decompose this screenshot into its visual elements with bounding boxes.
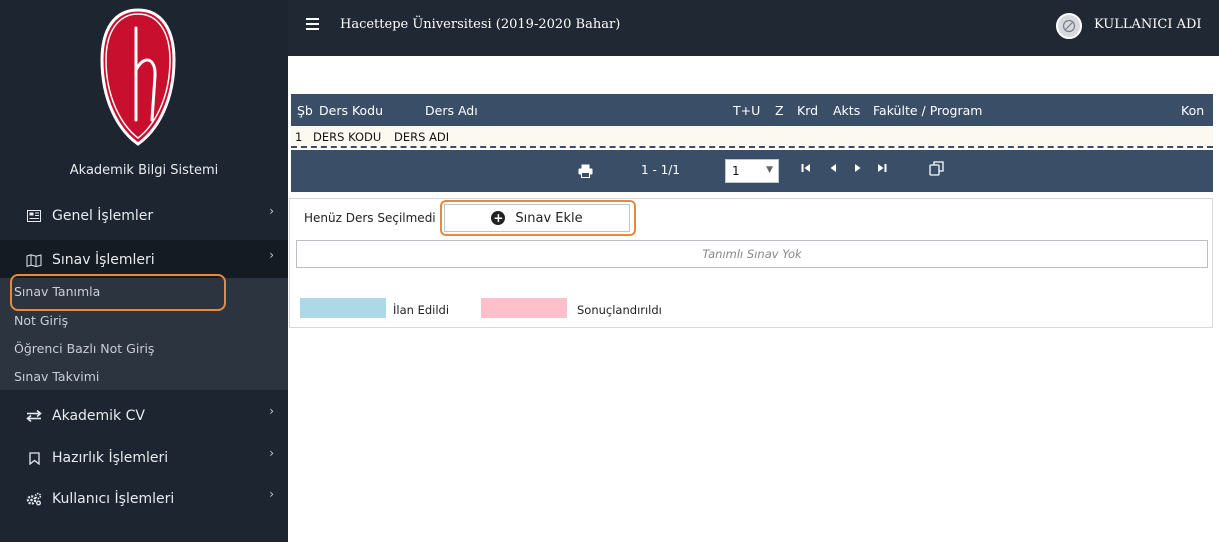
chevron-right-icon: › [269, 404, 274, 418]
cogs-icon [26, 491, 42, 507]
page-select-value: 1 [732, 164, 740, 178]
selection-highlight [10, 274, 226, 311]
university-logo [100, 8, 176, 146]
newspaper-icon [26, 208, 42, 224]
column-header[interactable]: Z [775, 103, 784, 118]
plus-circle-icon: + [491, 211, 506, 225]
page-title: Hacettepe Üniversitesi (2019-2020 Bahar) [340, 17, 621, 32]
menu-label: Kullanıcı İşlemleri [52, 491, 175, 507]
top-bar: Hacettepe Üniversitesi (2019-2020 Bahar)… [288, 0, 1219, 56]
add-exam-label: Sınav Ekle [515, 210, 583, 226]
chevron-right-icon: › [269, 248, 274, 262]
menu-label: Sınav İşlemleri [52, 252, 155, 268]
table-row[interactable]: 1 DERS KODU DERS ADI [291, 126, 1213, 148]
menu-label: Akademik CV [52, 408, 145, 424]
chevron-right-icon: › [269, 204, 274, 218]
print-icon[interactable] [578, 164, 593, 181]
cell-ders-kodu: DERS KODU [313, 130, 382, 144]
chevron-right-icon: › [269, 446, 274, 460]
table-pager: 1 - 1/1 1 ▼ [291, 150, 1213, 192]
course-table-header: Şb Ders Kodu Ders Adı T+U Z Krd Akts Fak… [291, 94, 1213, 126]
previous-page-icon[interactable] [829, 162, 837, 177]
column-header[interactable]: Şb [297, 103, 313, 118]
pager-range: 1 - 1/1 [641, 163, 680, 177]
user-name[interactable]: KULLANICI ADI [1094, 17, 1202, 32]
next-page-icon[interactable] [854, 162, 862, 177]
legend-swatch-sonuclandirildi [481, 298, 567, 318]
submenu-item-ogrenci-bazli-not-giris[interactable]: Öğrenci Bazlı Not Giriş [14, 341, 154, 356]
bookmark-icon [26, 450, 42, 466]
legend-swatch-ilan-edildi [300, 298, 386, 318]
menu-kullanici-islemleri[interactable]: Kullanıcı İşlemleri › [0, 479, 288, 519]
menu-label: Genel İşlemler [52, 208, 154, 224]
user-avatar[interactable] [1056, 13, 1082, 39]
column-header[interactable]: Kon [1181, 103, 1204, 118]
map-icon [26, 252, 42, 268]
hamburger-menu-icon[interactable] [306, 18, 319, 30]
exam-panel: Henüz Ders Seçilmedi + Sınav Ekle Tanıml… [289, 198, 1213, 328]
menu-akademik-cv[interactable]: Akademik CV › [0, 396, 288, 436]
copy-icon[interactable] [929, 161, 945, 179]
page-select[interactable]: 1 ▼ [725, 159, 779, 183]
column-header[interactable]: Ders Kodu [319, 103, 383, 118]
submenu-item-not-giris[interactable]: Not Giriş [14, 313, 68, 328]
menu-genel-islemler[interactable]: Genel İşlemler › [0, 196, 288, 236]
cell-sb: 1 [295, 130, 303, 144]
menu-label: Hazırlık İşlemleri [52, 450, 169, 466]
column-header[interactable]: Krd [797, 103, 818, 118]
chevron-right-icon: › [269, 487, 274, 501]
submenu-item-sinav-takvimi[interactable]: Sınav Takvimi [14, 369, 99, 384]
column-header[interactable]: Akts [833, 103, 860, 118]
sidebar: Akademik Bilgi Sistemi Genel İşlemler › … [0, 0, 288, 542]
exam-list-empty: Tanımlı Sınav Yok [296, 240, 1208, 268]
menu-hazirlik-islemleri[interactable]: Hazırlık İşlemleri › [0, 438, 288, 478]
add-exam-button[interactable]: + Sınav Ekle [444, 204, 630, 232]
column-header[interactable]: T+U [733, 103, 760, 118]
system-name: Akademik Bilgi Sistemi [69, 163, 219, 178]
column-header[interactable]: Ders Adı [425, 103, 478, 118]
cell-ders-adi: DERS ADI [394, 130, 450, 144]
exchange-icon [26, 408, 42, 424]
course-status-label: Henüz Ders Seçilmedi [304, 211, 436, 225]
legend-label-sonuclandirildi: Sonuçlandırıldı [577, 303, 662, 317]
column-header[interactable]: Fakülte / Program [873, 103, 982, 118]
first-page-icon[interactable] [801, 162, 811, 177]
last-page-icon[interactable] [877, 162, 887, 177]
legend-label-ilan-edildi: İlan Edildi [393, 303, 450, 317]
caret-down-icon: ▼ [766, 165, 773, 175]
